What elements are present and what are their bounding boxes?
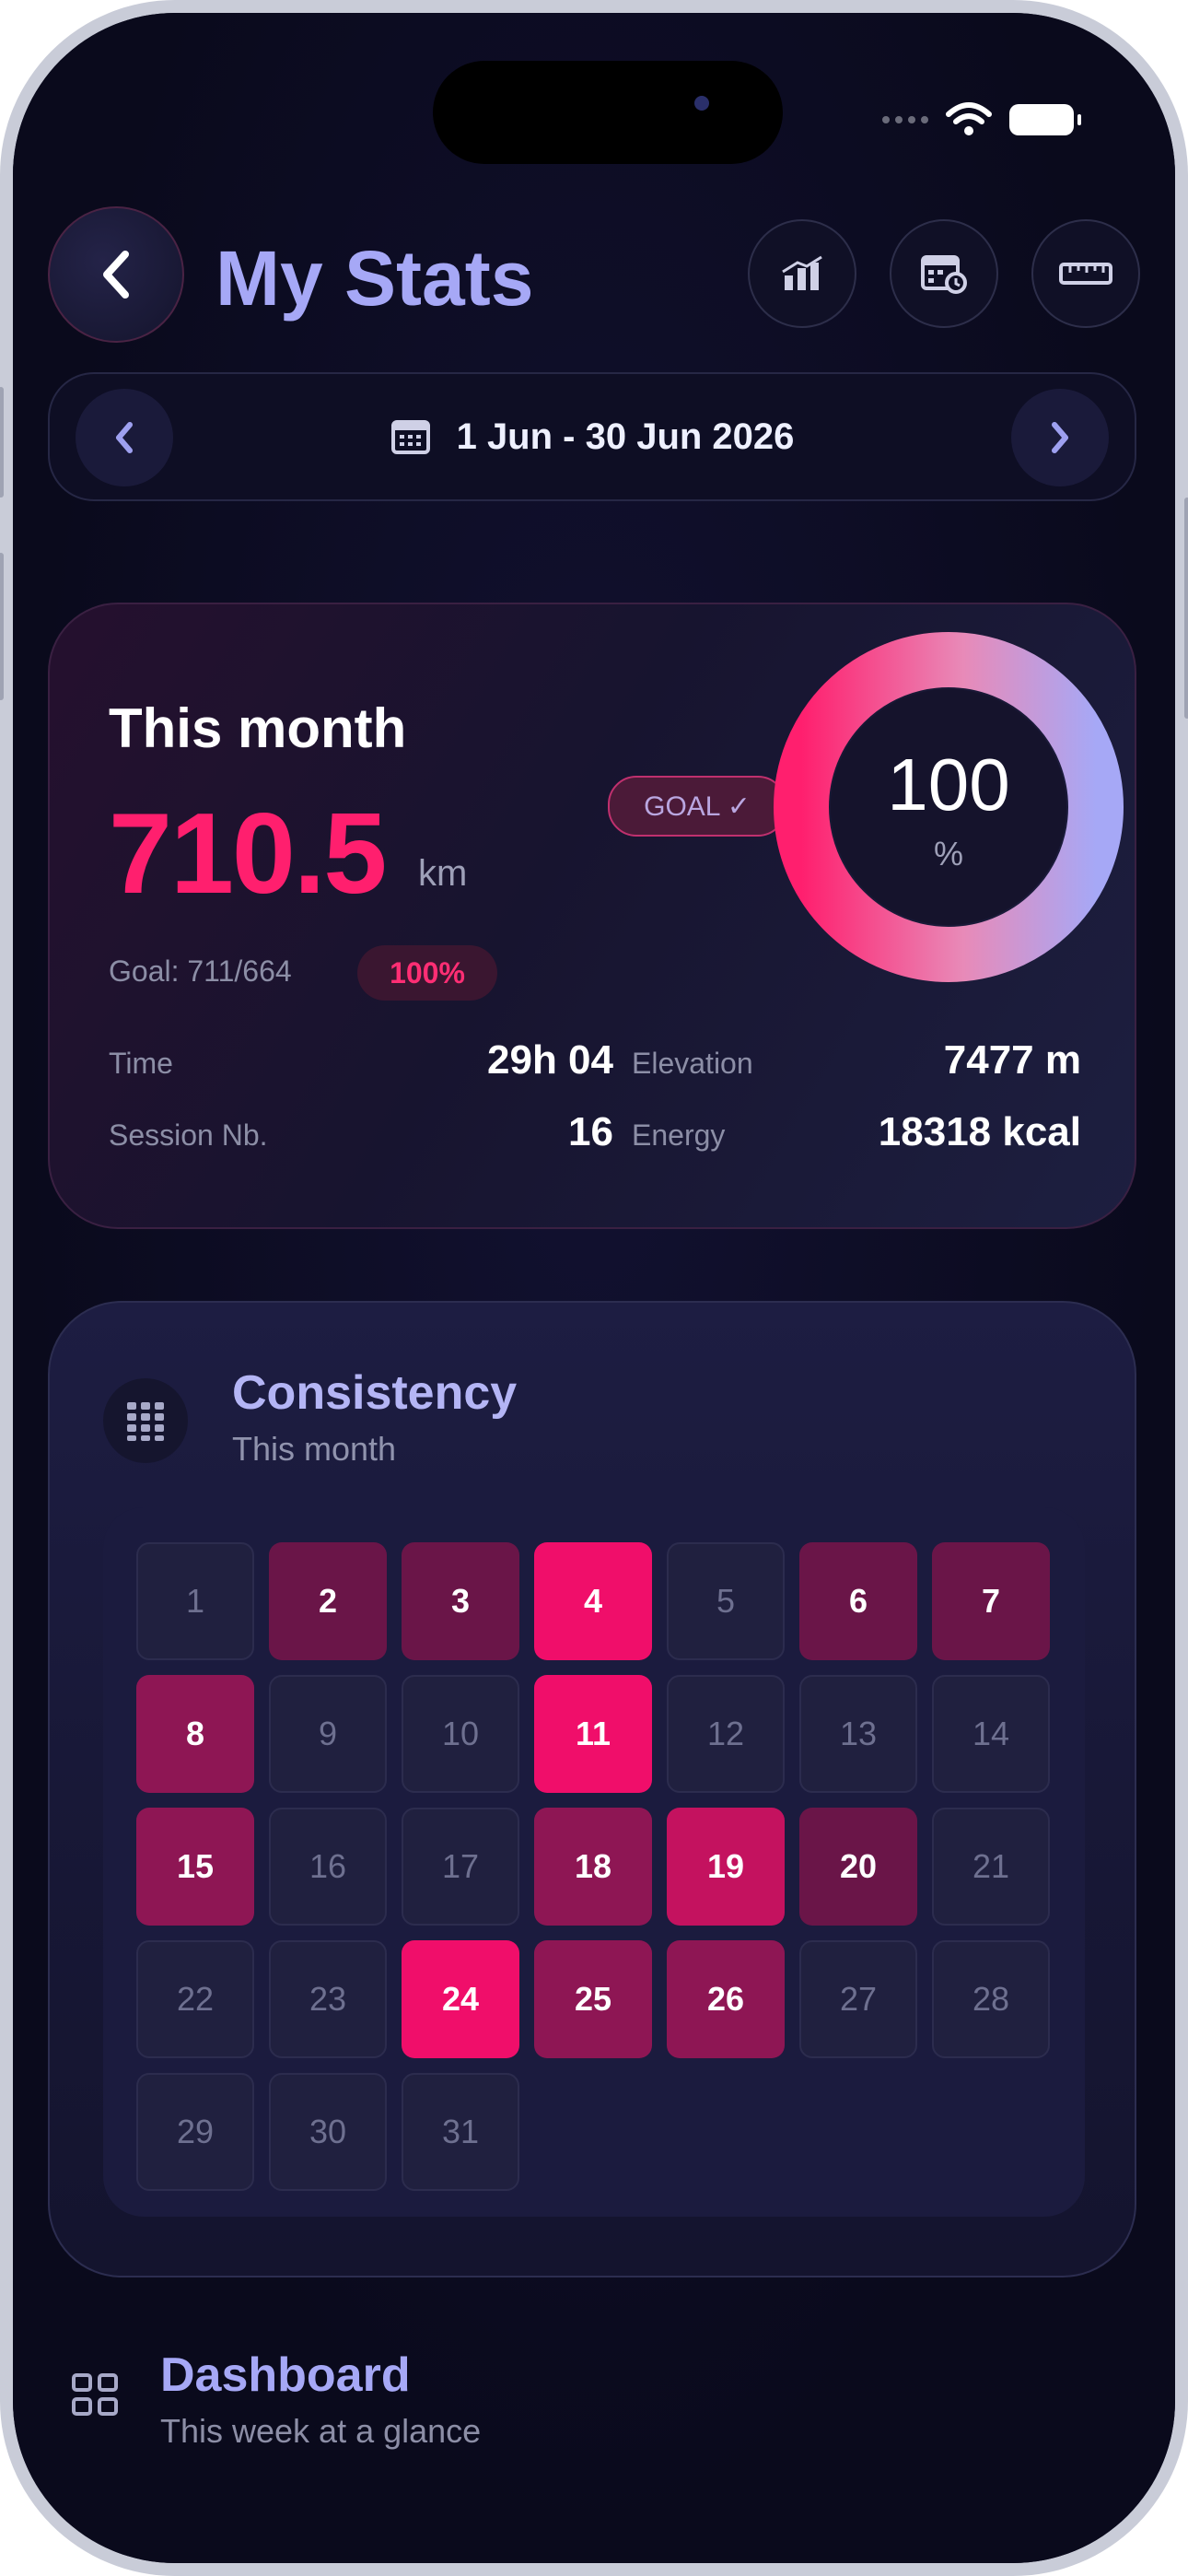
stat-label-sessions: Session Nb.	[109, 1118, 268, 1152]
back-button[interactable]	[48, 206, 184, 343]
ring-unit: %	[933, 835, 963, 872]
ruler-button[interactable]	[1031, 219, 1140, 328]
chart-button[interactable]	[748, 219, 856, 328]
side-button	[1184, 498, 1188, 719]
calendar-day-cell[interactable]: 6	[799, 1542, 917, 1660]
side-button	[0, 553, 4, 700]
calendar-day-cell[interactable]: 4	[534, 1542, 652, 1660]
wifi-icon	[946, 102, 992, 135]
calendar-day-cell[interactable]: 31	[402, 2073, 519, 2191]
date-range-bar: 1 Jun - 30 Jun 2026	[48, 372, 1136, 501]
consistency-subtitle: This month	[232, 1430, 397, 1468]
calendar-day-cell[interactable]: 23	[269, 1940, 387, 2058]
status-bar	[882, 101, 1081, 138]
calendar-day-cell[interactable]: 26	[667, 1940, 785, 2058]
calendar-day-cell[interactable]: 12	[667, 1675, 785, 1793]
calendar-day-cell[interactable]: 21	[932, 1808, 1050, 1926]
calendar-day-cell[interactable]: 3	[402, 1542, 519, 1660]
ring-value: 100	[887, 744, 1010, 825]
calendar-day-cell[interactable]: 2	[269, 1542, 387, 1660]
chart-icon	[782, 255, 822, 290]
goal-badge: GOAL ✓	[608, 776, 786, 837]
calendar-icon	[390, 420, 430, 454]
calendar-day-cell[interactable]: 22	[136, 1940, 254, 2058]
battery-icon	[1009, 104, 1081, 135]
stat-label-elevation: Elevation	[632, 1047, 753, 1080]
calendar-day-cell[interactable]: 28	[932, 1940, 1050, 2058]
consistency-calendar: 1 2 3 4 5 6 7 8 9 10 11 12 13 14 15 16 17 18 19 20 21 22 23 24 2…	[103, 1507, 1085, 2217]
card-title: This month	[109, 697, 407, 759]
calendar-day-cell[interactable]: 5	[667, 1542, 785, 1660]
calendar-clock-button[interactable]	[890, 219, 998, 328]
calendar-day-cell[interactable]: 29	[136, 2073, 254, 2191]
stat-value-time: 29h 04	[487, 1037, 613, 1083]
dashboard-icon	[72, 2373, 118, 2416]
calendar-day-cell[interactable]: 14	[932, 1675, 1050, 1793]
consistency-title: Consistency	[232, 1366, 518, 1420]
calendar-day-cell[interactable]: 30	[269, 2073, 387, 2191]
calendar-day-cell[interactable]: 27	[799, 1940, 917, 2058]
calendar-day-cell[interactable]: 7	[932, 1542, 1050, 1660]
signal-icon	[882, 116, 928, 123]
stat-value-energy: 18318 kcal	[878, 1109, 1081, 1154]
calendar-day-cell[interactable]: 10	[402, 1675, 519, 1793]
date-range-label: 1 Jun - 30 Jun 2026	[456, 416, 795, 457]
calendar-day-cell[interactable]: 19	[667, 1808, 785, 1926]
dynamic-island	[433, 61, 783, 164]
calendar-day-cell[interactable]: 13	[799, 1675, 917, 1793]
calendar-day-cell[interactable]: 17	[402, 1808, 519, 1926]
stat-label-time: Time	[109, 1047, 173, 1080]
calendar-day-cell[interactable]: 9	[269, 1675, 387, 1793]
side-button	[0, 387, 4, 498]
camera-dot	[694, 96, 709, 111]
stat-value-elevation: 7477 m	[943, 1037, 1081, 1083]
grid-icon	[103, 1378, 188, 1463]
consistency-card[interactable]: Consistency This month 1 2 3 4 5 6 7 8 9 10 11 12 13…	[48, 1301, 1136, 2277]
page-title: My Stats	[215, 235, 534, 322]
next-range-button[interactable]	[1011, 389, 1109, 486]
stat-label-energy: Energy	[632, 1118, 726, 1152]
month-summary-card[interactable]: This month 710.5 km GOAL ✓ Goal: 711/664…	[48, 603, 1136, 1229]
chevron-left-icon	[103, 251, 129, 299]
date-range[interactable]: 1 Jun - 30 Jun 2026	[50, 374, 1135, 499]
chevron-right-icon	[1052, 422, 1068, 453]
calendar-day-cell[interactable]: 1	[136, 1542, 254, 1660]
dashboard-subtitle: This week at a glance	[160, 2412, 482, 2450]
dashboard-title[interactable]: Dashboard	[160, 2348, 411, 2403]
screen-bezel: My Stats 1 Jun - 30 Jun 2026 This month …	[13, 13, 1175, 2563]
calendar-day-cell[interactable]: 25	[534, 1940, 652, 2058]
ruler-icon	[1059, 263, 1112, 285]
calendar-day-cell[interactable]: 18	[534, 1808, 652, 1926]
goal-text: Goal: 711/664	[109, 954, 292, 988]
stat-value-sessions: 16	[568, 1109, 613, 1154]
calendar-day-cell[interactable]: 11	[534, 1675, 652, 1793]
calendar-day-cell[interactable]: 16	[269, 1808, 387, 1926]
calendar-day-cell[interactable]: 20	[799, 1808, 917, 1926]
phone-frame: My Stats 1 Jun - 30 Jun 2026 This month …	[0, 0, 1188, 2576]
calendar-day-cell[interactable]: 24	[402, 1940, 519, 2058]
calendar-day-cell[interactable]: 8	[136, 1675, 254, 1793]
calendar-clock-icon	[921, 255, 967, 294]
distance-value: 710.5	[109, 790, 387, 918]
distance-unit: km	[418, 853, 468, 894]
screen: My Stats 1 Jun - 30 Jun 2026 This month …	[13, 13, 1175, 2563]
calendar-day-cell[interactable]: 15	[136, 1808, 254, 1926]
goal-percent-badge: 100%	[357, 945, 497, 1001]
